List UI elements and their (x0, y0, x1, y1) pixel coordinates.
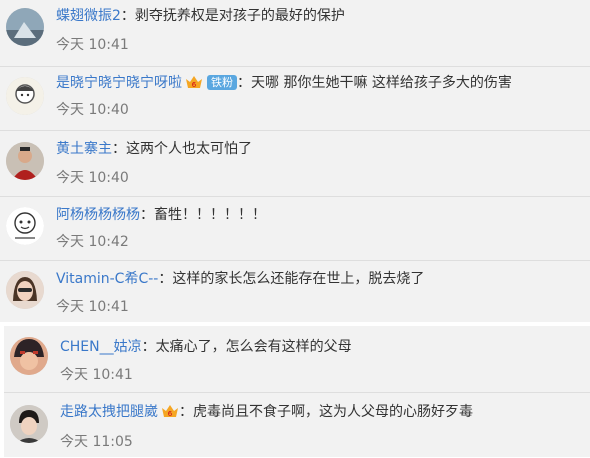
comment-text: 这两个人也太可怕了 (126, 141, 252, 157)
user-avatar[interactable] (6, 8, 44, 46)
comment-time: 今天 10:41 (60, 367, 133, 383)
vip-crown-icon: 6 (161, 403, 179, 424)
separator-colon: ： (112, 141, 126, 157)
comment-time: 今天 10:42 (56, 234, 129, 250)
comment-item: 是晓宁晓宁晓宁呀啦 6 铁粉 ：天哪 那你生她干嘛 这样给孩子多大的伤害 今天 10:… (0, 66, 590, 129)
comment-username[interactable]: 是晓宁晓宁晓宁呀啦 (56, 75, 182, 91)
comment-time: 今天 10:40 (56, 102, 129, 118)
comment-username[interactable]: Vitamin-C希C-- (56, 271, 158, 287)
comment-item: Vitamin-C希C--：这样的家长怎么还能存在世上，脱去烧了 今天 10:4… (0, 260, 590, 323)
separator-colon: ： (120, 8, 135, 24)
comment-username[interactable]: 蝶翅微振2 (56, 8, 121, 24)
user-avatar[interactable] (6, 77, 44, 115)
comment-time: 今天 10:41 (56, 299, 129, 315)
comment-time: 今天 11:05 (60, 434, 133, 450)
comment-item: 蝶翅微振2：剥夺抚养权是对孩子的最好的保护 今天 10:41 (0, 0, 590, 64)
separator-colon: ： (158, 271, 173, 287)
comment-text: 虎毒尚且不食子啊，这为人父母的心肠好歹毒 (193, 404, 473, 420)
user-avatar[interactable] (6, 207, 44, 245)
comment-item: CHEN__姑凉：太痛心了，怎么会有这样的父母 今天 10:41 (4, 326, 590, 390)
svg-text:6: 6 (192, 81, 197, 89)
user-avatar[interactable] (10, 337, 48, 375)
comment-item: 黄土寨主：这两个人也太可怕了 今天 10:40 (0, 130, 590, 195)
comment-panel-bottom: CHEN__姑凉：太痛心了，怎么会有这样的父母 今天 10:41 走路太拽把腿崴… (4, 326, 590, 457)
comment-username[interactable]: CHEN__姑凉 (60, 339, 142, 355)
comment-panel-top: 蝶翅微振2：剥夺抚养权是对孩子的最好的保护 今天 10:41 是晓宁晓宁晓宁呀啦… (0, 0, 590, 322)
separator-colon: ： (179, 404, 193, 420)
comment-text: 天哪 那你生她干嘛 这样给孩子多大的伤害 (251, 75, 512, 91)
separator-colon: ： (140, 207, 154, 223)
comment-time: 今天 10:40 (56, 170, 129, 186)
user-avatar[interactable] (6, 271, 44, 309)
comment-text: 这样的家长怎么还能存在世上，脱去烧了 (172, 271, 425, 287)
comment-username[interactable]: 走路太拽把腿崴 (60, 404, 158, 420)
comment-item: 走路太拽把腿崴 6 ：虎毒尚且不食子啊，这为人父母的心肠好歹毒 今天 11:05 (4, 392, 590, 458)
comment-time: 今天 10:41 (56, 37, 129, 53)
svg-text:6: 6 (168, 410, 173, 418)
fan-badge: 铁粉 (207, 75, 237, 90)
comment-text: 太痛心了，怎么会有这样的父母 (155, 339, 352, 355)
separator-colon: ： (141, 339, 156, 355)
separator-colon: ： (237, 75, 251, 91)
comment-username[interactable]: 阿杨杨杨杨杨 (56, 207, 140, 223)
comment-text: 畜牲！！！！！！ (154, 207, 266, 223)
user-avatar[interactable] (6, 142, 44, 180)
comment-username[interactable]: 黄土寨主 (56, 141, 112, 157)
comment-text: 剥夺抚养权是对孩子的最好的保护 (134, 8, 345, 24)
user-avatar[interactable] (10, 405, 48, 443)
comment-item: 阿杨杨杨杨杨：畜牲！！！！！！ 今天 10:42 (0, 196, 590, 259)
vip-crown-icon: 6 (185, 74, 203, 95)
